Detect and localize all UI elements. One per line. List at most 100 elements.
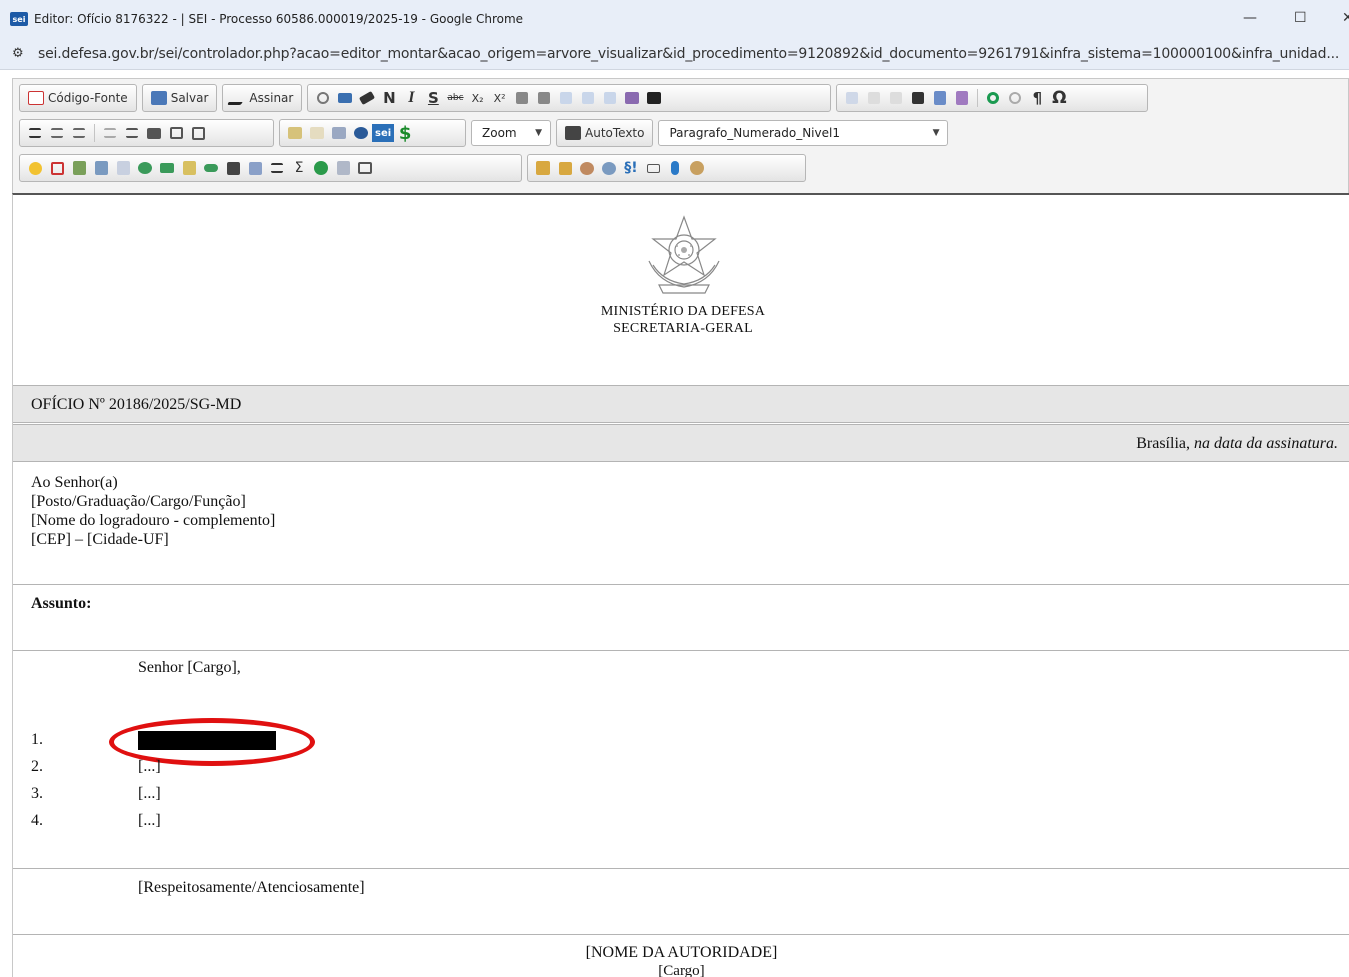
- find-button[interactable]: [312, 87, 334, 109]
- copy-button[interactable]: [885, 87, 907, 109]
- replace-button[interactable]: [334, 87, 356, 109]
- address-line: [Nome do logradouro - complemento]: [31, 512, 276, 529]
- chain-button[interactable]: [200, 157, 222, 179]
- formula-button[interactable]: Σ: [288, 157, 310, 179]
- superscript-button[interactable]: X²: [489, 87, 511, 109]
- magnifier-icon: [317, 92, 330, 104]
- page-break-button[interactable]: [328, 122, 350, 144]
- spell-3-button[interactable]: [599, 87, 621, 109]
- cut-button[interactable]: [863, 87, 885, 109]
- edit-doc-button[interactable]: [332, 157, 354, 179]
- tools-group: ¶ Ω: [836, 84, 1149, 112]
- maximize-button[interactable]: ☐: [1294, 10, 1307, 26]
- address-line: [CEP] – [Cidade-UF]: [31, 531, 169, 548]
- paragraph-style-value: Paragrafo_Numerado_Nivel1: [669, 126, 840, 140]
- microphone-button[interactable]: [664, 157, 686, 179]
- list-indent-button[interactable]: [266, 157, 288, 179]
- link-process-button[interactable]: [306, 122, 328, 144]
- print-button[interactable]: [354, 157, 376, 179]
- minimize-button[interactable]: —: [1243, 10, 1257, 26]
- tip-button[interactable]: [24, 157, 46, 179]
- show-blocks-button[interactable]: ¶: [1026, 87, 1048, 109]
- lock-button[interactable]: [554, 157, 576, 179]
- redo-button[interactable]: [1004, 87, 1026, 109]
- date-text: na data da assinatura.: [1193, 435, 1338, 452]
- sign-doc-button[interactable]: [532, 157, 554, 179]
- doc-edit-button[interactable]: [68, 157, 90, 179]
- outdent-button[interactable]: [99, 122, 121, 144]
- source-code-button[interactable]: Código-Fonte: [24, 87, 132, 109]
- settings-button[interactable]: [686, 157, 708, 179]
- doc-blank-button[interactable]: [112, 157, 134, 179]
- qrcode-button[interactable]: [222, 157, 244, 179]
- sync-button[interactable]: [134, 157, 156, 179]
- date-line: Brasília, na data da assinatura.: [1136, 435, 1338, 453]
- subscript-button[interactable]: X₂: [467, 87, 489, 109]
- item-number: 3.: [31, 785, 43, 802]
- web-button[interactable]: [350, 122, 372, 144]
- separator: [94, 124, 95, 142]
- grid-dropdown-icon: [624, 92, 639, 104]
- link-document-button[interactable]: [284, 122, 306, 144]
- note-button[interactable]: [178, 157, 200, 179]
- uppercase-icon: [515, 92, 528, 104]
- arrows-button[interactable]: [156, 157, 178, 179]
- sign-button[interactable]: Assinar: [227, 87, 297, 109]
- special-chars-button[interactable]: [621, 87, 643, 109]
- special-character-button[interactable]: Ω: [1048, 87, 1070, 109]
- zoom-select[interactable]: Zoom ▼: [471, 120, 551, 146]
- html-button[interactable]: [46, 157, 68, 179]
- lowercase-button[interactable]: [533, 87, 555, 109]
- form-button[interactable]: [951, 87, 973, 109]
- site-settings-icon[interactable]: ⚙: [12, 46, 28, 61]
- paragraph-style-select[interactable]: Paragrafo_Numerado_Nivel1 ▼: [658, 120, 949, 146]
- toolbar-row-3: Σ §!: [19, 153, 811, 183]
- bold-button[interactable]: N: [378, 87, 400, 109]
- closing-block[interactable]: [Respeitosamente/Atenciosamente]: [13, 869, 1349, 935]
- underline-button[interactable]: S: [422, 87, 444, 109]
- paste-text-button[interactable]: [841, 87, 863, 109]
- table-insert-button[interactable]: [165, 122, 187, 144]
- justify-button[interactable]: [24, 122, 46, 144]
- table-button[interactable]: [929, 87, 951, 109]
- chevron-down-icon: ▼: [535, 128, 542, 138]
- image-button[interactable]: [143, 122, 165, 144]
- eraser-button[interactable]: [356, 87, 378, 109]
- indent-button[interactable]: [121, 122, 143, 144]
- ministry-name: MINISTÉRIO DA DEFESA: [600, 304, 766, 319]
- save-button[interactable]: Salvar: [147, 87, 213, 109]
- checkbox-button[interactable]: [187, 122, 209, 144]
- export-button[interactable]: [244, 157, 266, 179]
- autotext-button[interactable]: AutoTexto: [561, 122, 648, 144]
- text-color-button[interactable]: [643, 87, 665, 109]
- undo-button[interactable]: [982, 87, 1004, 109]
- globe-green-button[interactable]: [310, 157, 332, 179]
- qrcode-icon: [226, 161, 240, 175]
- close-button[interactable]: ✕: [1342, 10, 1349, 26]
- doc-view-button[interactable]: [90, 157, 112, 179]
- italic-button[interactable]: I: [400, 87, 422, 109]
- spell-2-button[interactable]: [577, 87, 599, 109]
- uppercase-button[interactable]: [511, 87, 533, 109]
- document-canvas[interactable]: MINISTÉRIO DA DEFESA SECRETARIA-GERAL OF…: [12, 193, 1349, 977]
- spell-1-button[interactable]: [555, 87, 577, 109]
- coat-of-arms-icon: [648, 215, 720, 294]
- url-field[interactable]: sei.defesa.gov.br/sei/controlador.php?ac…: [38, 46, 1348, 62]
- microphone-icon: [671, 161, 679, 175]
- subject-block[interactable]: Assunto:: [13, 585, 1349, 651]
- numbered-list-button[interactable]: [46, 122, 68, 144]
- authority-role: [Cargo]: [658, 963, 705, 977]
- legislation-button[interactable]: §!: [620, 157, 642, 179]
- format-painter-button[interactable]: [907, 87, 929, 109]
- signature-block[interactable]: [NOME DA AUTORIDADE] [Cargo]: [13, 935, 1349, 977]
- users-button[interactable]: [576, 157, 598, 179]
- body-block[interactable]: Senhor [Cargo], 1. 2. [...] 3. [...] 4. …: [13, 651, 1349, 869]
- currency-button[interactable]: $: [394, 122, 416, 144]
- sei-link-button[interactable]: sei: [372, 124, 395, 142]
- text-box-button[interactable]: [642, 157, 664, 179]
- recipient-block[interactable]: Ao Senhor(a) [Posto/Graduação/Cargo/Funç…: [13, 463, 1349, 585]
- bulleted-list-button[interactable]: [68, 122, 90, 144]
- sei-favicon-icon: sei: [10, 12, 28, 26]
- user-key-button[interactable]: [598, 157, 620, 179]
- strikethrough-button[interactable]: abc: [444, 87, 466, 109]
